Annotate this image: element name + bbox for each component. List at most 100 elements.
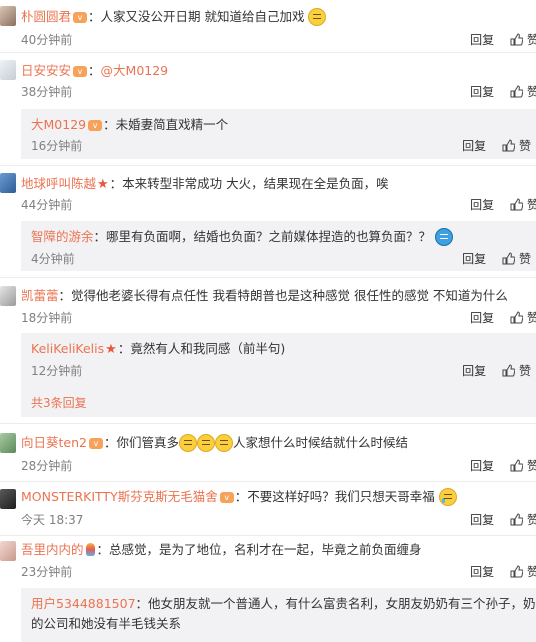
thumbs-up-icon [510,513,523,526]
like-button[interactable]: 赞 [510,310,536,326]
vip-badge-icon: v [219,492,234,503]
reply-button[interactable]: 回复 [470,310,494,326]
comment-item: 凯蕾蕾：觉得他老婆长得有点任性 我看特朗普也是这种感觉 很任性的感觉 不知道为什… [0,277,536,424]
doraemon-emoji-icon [435,228,454,246]
avatar[interactable] [0,433,16,453]
sub-reply-box: 用户5344881507：他女朋友就一个普通人，有什么富贵名利，女朋友奶奶有三个… [21,588,536,642]
sub-reply-actions: 回复 赞 [462,363,532,379]
comment-username[interactable]: 凯蕾蕾 [21,288,59,303]
sub-reply-username[interactable]: 智障的游余 [31,229,94,244]
avatar[interactable] [0,60,16,80]
star-badge-icon: ★ [105,342,117,357]
sub-reply-box: KeliKeliKelis★：竟然有人和我同感（前半句) 12分钟前 回复 赞 … [21,333,536,417]
vip-badge-icon: v [73,12,88,23]
like-button[interactable]: 赞 [510,564,536,580]
crying-emoji-icon [438,488,457,506]
comment-item: 向日葵ten2 v ：你们管真多 人家想什么时候结就什么时候结 28分钟前 回复 赞 [0,423,536,482]
avatar[interactable] [0,173,16,193]
like-label: 赞 [527,513,536,527]
comment-username[interactable]: 吾里内内的 [21,542,84,557]
avatar[interactable] [0,286,16,306]
like-button[interactable]: 赞 [510,197,536,213]
reply-button[interactable]: 回复 [470,197,494,213]
like-label: 赞 [519,139,532,153]
like-label: 赞 [527,565,536,579]
thumbs-up-icon [510,33,523,46]
reply-button[interactable]: 回复 [470,564,494,580]
avatar[interactable] [0,541,16,561]
vip-badge-icon: v [88,120,103,131]
comment-actions: 回复 赞 [470,512,536,528]
lightbulb-badge-icon [85,543,95,556]
like-button[interactable]: 赞 [510,32,536,48]
thumbs-up-icon [502,139,515,152]
sub-reply-text: ：竟然有人和我同感（前半句) [117,341,286,356]
smile-emoji-icon [196,434,215,452]
wink-emoji-icon [308,8,327,26]
vip-badge-icon: v [73,66,88,77]
more-replies-link[interactable]: 共3条回复 [31,394,87,411]
like-label: 赞 [527,459,536,473]
like-button[interactable]: 赞 [502,138,532,154]
sub-reply-username[interactable]: 大M0129 [31,117,86,132]
reply-button[interactable]: 回复 [470,512,494,528]
like-label: 赞 [527,311,536,325]
like-label: 赞 [527,198,536,212]
comment-text: ：你们管真多 [103,435,179,450]
sub-reply-actions: 回复 赞 [462,138,532,154]
comment-item: MONSTERKITTY斯芬克斯无毛猫舍 v ：不要这样好吗？我们只想天哥幸福 今天… [0,481,536,536]
like-button[interactable]: 赞 [510,512,536,528]
sub-reply-text: ：未婚妻简直戏精一个 [103,117,229,132]
like-button[interactable]: 赞 [510,84,536,100]
like-label: 赞 [527,33,536,47]
thumbs-up-icon [510,459,523,472]
like-button[interactable]: 赞 [502,363,532,379]
reply-button[interactable]: 回复 [462,363,486,379]
comment-actions: 回复 赞 [470,564,536,580]
comment-username[interactable]: MONSTERKITTY斯芬克斯无毛猫舍 [21,489,218,504]
like-label: 赞 [519,252,532,266]
comment-username[interactable]: 朴圆圆君 [21,9,71,24]
smile-emoji-icon [178,434,197,452]
sub-reply-username[interactable]: 用户5344881507 [31,596,136,611]
comment-username[interactable]: 日安安安 [21,63,71,78]
comment-time: 23分钟前 [21,565,73,579]
mention-link[interactable]: @大M0129 [101,63,169,78]
sub-reply-time: 16分钟前 [31,139,83,153]
avatar[interactable] [0,6,16,26]
like-button[interactable]: 赞 [502,251,532,267]
like-label: 赞 [519,364,532,378]
thumbs-up-icon [502,252,515,265]
comment-time: 今天 18:37 [21,513,84,527]
thumbs-up-icon [510,311,523,324]
comment-time: 44分钟前 [21,198,73,212]
sub-reply-time: 4分钟前 [31,252,75,266]
comment-actions: 回复 赞 [470,458,536,474]
like-button[interactable]: 赞 [510,458,536,474]
comment-text-continued: 人家想什么时候结就什么时候结 [232,435,408,450]
reply-button[interactable]: 回复 [462,251,486,267]
vip-badge-icon: v [88,438,103,449]
smile-emoji-icon [214,434,233,452]
reply-button[interactable]: 回复 [470,458,494,474]
thumbs-up-icon [510,85,523,98]
comment-time: 28分钟前 [21,459,73,473]
comment-list: 朴圆圆君 v ：人家又没公开日期 就知道给自己加戏 40分钟前 回复 赞 日安安安 v… [0,0,536,642]
comment-username[interactable]: 地球呼叫陈越 [21,176,96,191]
comment-text: ：不要这样好吗？我们只想天哥幸福 [234,489,435,504]
comment-username[interactable]: 向日葵ten2 [21,435,87,450]
sub-reply-username[interactable]: KeliKeliKelis [31,341,104,356]
thumbs-up-icon [510,565,523,578]
reply-button[interactable]: 回复 [470,32,494,48]
like-label: 赞 [527,85,536,99]
reply-button[interactable]: 回复 [462,138,486,154]
comment-text: ：本来转型非常成功 大火，结果现在全是负面，唉 [109,176,389,191]
comment-actions: 回复 赞 [470,84,536,100]
reply-button[interactable]: 回复 [470,84,494,100]
avatar[interactable] [0,489,16,509]
comment-time: 38分钟前 [21,85,73,99]
sub-reply-text: ：他女朋友就一个普通人，有什么富贵名利，女朋友奶奶有三个孙子，奶奶 [135,596,536,611]
sub-reply-text-continued: 的公司和她没有半毛钱关系 [31,616,182,631]
comment-item: 吾里内内的 ：总感觉，是为了地位，名利才在一起，毕竟之前负面缠身 23分钟前 回复… [0,535,536,642]
comment-actions: 回复 赞 [470,197,536,213]
